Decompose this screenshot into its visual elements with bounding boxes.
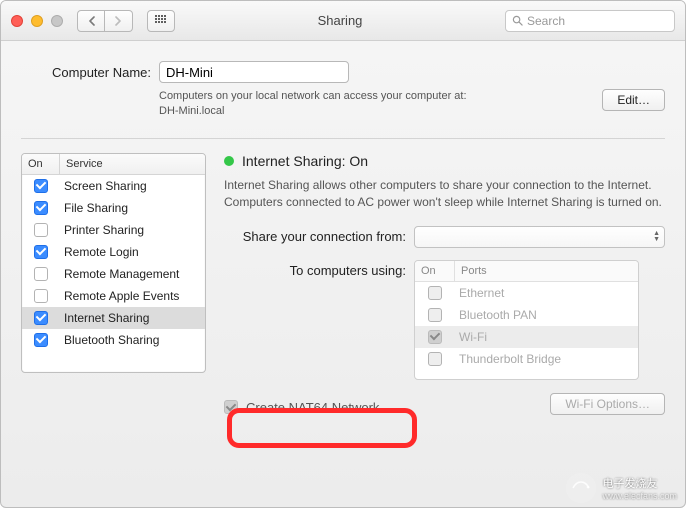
port-label: Bluetooth PAN	[455, 308, 537, 322]
content: Computer Name: Computers on your local n…	[1, 41, 685, 425]
service-checkbox[interactable]	[34, 333, 48, 347]
ports-table: On Ports Ethernet Bluetooth PAN Wi-Fi Thund…	[414, 260, 639, 380]
preferences-window: Sharing Search Computer Name: Computers …	[0, 0, 686, 508]
ports-header: On Ports	[415, 261, 638, 282]
ports-header-on: On	[415, 261, 455, 281]
service-row[interactable]: Printer Sharing	[22, 219, 205, 241]
services-header-service: Service	[60, 154, 205, 174]
port-checkbox[interactable]	[428, 286, 442, 300]
hostname-note: Computers on your local network can acce…	[159, 89, 592, 120]
titlebar: Sharing Search	[1, 1, 685, 41]
service-checkbox[interactable]	[34, 179, 48, 193]
to-computers-label: To computers using:	[224, 260, 414, 278]
computer-name-label: Computer Name:	[21, 61, 151, 80]
search-input[interactable]: Search	[505, 10, 675, 32]
port-checkbox[interactable]	[428, 308, 442, 322]
port-row[interactable]: Ethernet	[415, 282, 638, 304]
to-computers-row: To computers using: On Ports Ethernet Blu…	[224, 260, 665, 380]
service-row[interactable]: Remote Apple Events	[22, 285, 205, 307]
service-row[interactable]: Screen Sharing	[22, 175, 205, 197]
port-label: Ethernet	[455, 286, 504, 300]
watermark-logo-icon	[566, 473, 596, 503]
window-controls	[11, 15, 63, 27]
search-icon	[512, 15, 523, 26]
port-row[interactable]: Thunderbolt Bridge	[415, 348, 638, 370]
status-text: Internet Sharing: On	[242, 153, 368, 169]
separator	[21, 138, 665, 139]
minimize-button[interactable]	[31, 15, 43, 27]
ports-header-ports: Ports	[455, 261, 638, 281]
computer-name-row: Computer Name: Computers on your local n…	[21, 61, 665, 120]
service-label: Screen Sharing	[60, 179, 205, 193]
computer-name-field[interactable]	[159, 61, 349, 83]
service-checkbox[interactable]	[34, 201, 48, 215]
close-button[interactable]	[11, 15, 23, 27]
service-label: Remote Login	[60, 245, 205, 259]
share-from-row: Share your connection from: ▲▼	[224, 226, 665, 248]
services-header-on: On	[22, 154, 60, 174]
watermark-url: www.elecfans.com	[602, 491, 677, 501]
service-label: Printer Sharing	[60, 223, 205, 237]
share-from-label: Share your connection from:	[224, 226, 414, 244]
services-header: On Service	[22, 154, 205, 175]
show-all-button[interactable]	[147, 10, 175, 32]
service-row[interactable]: File Sharing	[22, 197, 205, 219]
watermark-text: 电子发烧友	[602, 475, 677, 491]
service-label: Remote Management	[60, 267, 205, 281]
detail-pane: Internet Sharing: On Internet Sharing al…	[224, 153, 665, 415]
status-dot-icon	[224, 156, 234, 166]
forward-button[interactable]	[105, 10, 133, 32]
service-checkbox[interactable]	[34, 267, 48, 281]
port-checkbox[interactable]	[428, 330, 442, 344]
service-row[interactable]: Remote Login	[22, 241, 205, 263]
service-row[interactable]: Internet Sharing	[22, 307, 205, 329]
service-checkbox[interactable]	[34, 289, 48, 303]
chevron-right-icon	[115, 16, 122, 26]
port-checkbox[interactable]	[428, 352, 442, 366]
service-label: File Sharing	[60, 201, 205, 215]
nat64-label: Create NAT64 Network	[246, 400, 379, 415]
service-label: Bluetooth Sharing	[60, 333, 205, 347]
port-label: Thunderbolt Bridge	[455, 352, 561, 366]
search-placeholder: Search	[527, 14, 565, 28]
service-row[interactable]: Remote Management	[22, 263, 205, 285]
port-label: Wi-Fi	[455, 330, 487, 344]
zoom-button	[51, 15, 63, 27]
service-checkbox[interactable]	[34, 311, 48, 325]
nat64-row: Create NAT64 Network	[224, 400, 665, 415]
service-checkbox[interactable]	[34, 223, 48, 237]
watermark: 电子发烧友 www.elecfans.com	[566, 473, 677, 503]
chevron-left-icon	[88, 16, 95, 26]
share-from-popup[interactable]: ▲▼	[414, 226, 665, 248]
back-button[interactable]	[77, 10, 105, 32]
service-row[interactable]: Bluetooth Sharing	[22, 329, 205, 351]
service-checkbox[interactable]	[34, 245, 48, 259]
status-row: Internet Sharing: On	[224, 153, 665, 169]
service-description: Internet Sharing allows other computers …	[224, 177, 665, 212]
nat64-checkbox[interactable]	[224, 400, 238, 414]
nav-group	[77, 10, 133, 32]
port-row[interactable]: Wi-Fi	[415, 326, 638, 348]
edit-button[interactable]: Edit…	[602, 89, 665, 111]
service-label: Internet Sharing	[60, 311, 205, 325]
main-row: On Service Screen Sharing File Sharing Pri…	[21, 153, 665, 415]
grid-icon	[155, 15, 167, 27]
services-table: On Service Screen Sharing File Sharing Pri…	[21, 153, 206, 373]
popup-arrows-icon: ▲▼	[653, 231, 660, 243]
service-label: Remote Apple Events	[60, 289, 205, 303]
port-row[interactable]: Bluetooth PAN	[415, 304, 638, 326]
window-title: Sharing	[183, 13, 497, 28]
